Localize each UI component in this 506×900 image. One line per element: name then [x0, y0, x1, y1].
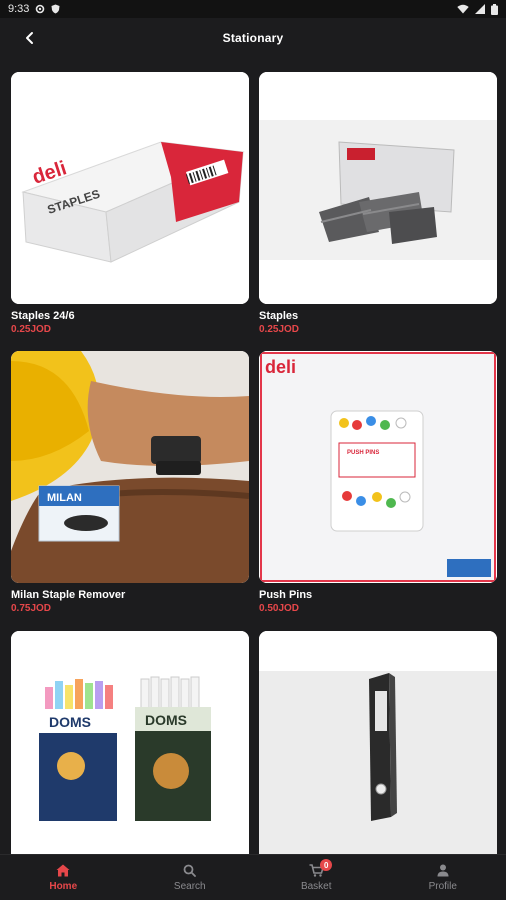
- nav-search[interactable]: Search: [127, 855, 254, 900]
- wifi-icon: [457, 4, 469, 14]
- nav-home-label: Home: [49, 880, 78, 892]
- product-image: DOMS DOMS: [11, 631, 249, 854]
- product-image: deli PUSH PINS: [259, 351, 497, 583]
- product-card[interactable]: [259, 631, 497, 854]
- signal-icon: [475, 4, 485, 14]
- product-grid: deli STAPLES Staples 24/6 0.25JOD Staple…: [0, 58, 506, 854]
- product-image: [259, 72, 497, 304]
- product-price: 0.25JOD: [259, 324, 300, 335]
- push-pins-label: PUSH PINS: [347, 450, 379, 456]
- doms-logo: DOMS: [145, 712, 187, 728]
- settings-icon: [36, 4, 45, 14]
- nav-basket-label: Basket: [300, 880, 332, 892]
- product-image: MILAN: [11, 351, 249, 583]
- product-card[interactable]: Staples 0.25JOD: [259, 72, 497, 335]
- nav-home[interactable]: Home: [0, 855, 127, 900]
- product-card[interactable]: DOMS DOMS: [11, 631, 249, 854]
- product-card[interactable]: deli PUSH PINS Push Pins 0.50JOD: [259, 351, 497, 614]
- nav-profile[interactable]: Profile: [380, 855, 506, 900]
- product-price: 0.25JOD: [11, 324, 52, 335]
- status-time: 9:33: [8, 3, 30, 15]
- back-button[interactable]: [18, 26, 42, 50]
- status-bar: 9:33: [0, 0, 506, 18]
- product-card[interactable]: deli STAPLES Staples 24/6 0.25JOD: [11, 72, 249, 335]
- product-image: [259, 631, 497, 854]
- product-name: Staples 24/6: [11, 310, 75, 322]
- basket-count-badge: 0: [320, 859, 333, 871]
- app-bar: Stationary: [0, 18, 506, 58]
- product-name: Push Pins: [259, 589, 313, 601]
- bottom-nav: Home Search 0 Basket Profile: [0, 854, 506, 900]
- product-image: deli STAPLES: [11, 72, 249, 304]
- deli-logo: deli: [265, 357, 296, 377]
- product-name: Milan Staple Remover: [11, 589, 126, 601]
- nav-search-label: Search: [173, 880, 206, 892]
- milan-logo: MILAN: [47, 492, 82, 504]
- shield-icon: [51, 4, 60, 14]
- battery-icon: [491, 3, 498, 15]
- product-price: 0.50JOD: [259, 603, 300, 614]
- product-price: 0.75JOD: [11, 603, 52, 614]
- arrow-left-icon: [26, 32, 33, 44]
- person-icon: [437, 864, 449, 876]
- product-name: Staples: [259, 310, 299, 322]
- home-icon: [56, 864, 70, 876]
- page-title: Stationary: [222, 31, 284, 45]
- nav-profile-label: Profile: [428, 880, 457, 892]
- product-card[interactable]: MILAN Milan Staple Remover 0.75JOD: [11, 351, 249, 614]
- search-icon: [183, 864, 197, 877]
- doms-logo: DOMS: [49, 714, 91, 730]
- nav-basket[interactable]: 0 Basket: [253, 855, 380, 900]
